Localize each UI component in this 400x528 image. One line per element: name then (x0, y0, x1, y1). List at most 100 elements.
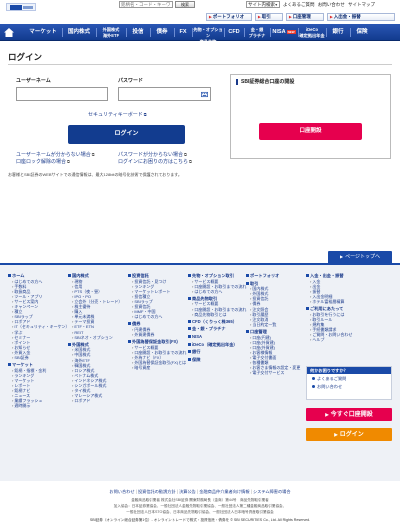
footer-link[interactable]: 決算公告 (179, 489, 196, 494)
nav-insurance[interactable]: 保険 (351, 24, 373, 41)
sitemap-link[interactable]: サイトマップ (348, 2, 375, 7)
external-link-icon: ⧉ (67, 159, 70, 164)
search-button[interactable]: 検索 (175, 1, 195, 8)
open-account-panel: SBI証券総合口座の開設 口座開設 (230, 74, 391, 159)
nav-bank[interactable]: 銀行 (327, 24, 349, 41)
forgot-username-link[interactable]: ユーザーネームが分からない場合⧉ (16, 151, 95, 158)
nav-domestic-stock[interactable]: 国内株式 (63, 24, 95, 41)
unlock-account-link[interactable]: 口座ロック解除の場合⧉ (16, 158, 70, 165)
sitemap-link[interactable]: はじめての方へ (128, 314, 188, 319)
nav-market[interactable]: マーケット (26, 24, 60, 41)
sitemap-link[interactable]: 外貨建債券 (128, 332, 188, 337)
sitemap-column: 先物・オプション取引サービス概要口座開設・お取引までの流れはじめての方へ商品先物… (188, 273, 248, 364)
forgot-password-link[interactable]: パスワードが分からない場合⧉ (118, 151, 187, 158)
sitemap-heading[interactable]: NISA (188, 334, 248, 340)
password-field[interactable] (118, 87, 211, 101)
legal-line-1: 金融商品取引業者 株式会社SBI証券 関東財務局長（金商）第44号 商品先物取引… (131, 498, 269, 502)
side-login-button[interactable]: ▶ ログイン (306, 428, 392, 441)
nav-foreign-stock[interactable]: 外国株式 海外ETF (97, 24, 125, 41)
nav-nisa[interactable]: NISA NEW (271, 24, 297, 41)
legal-line-2: 加入協会：日本証券業協会、一般社団法人金融先物取引業協会、一般社団法人第二種金融… (113, 504, 287, 508)
sitemap-link[interactable]: SBIネオ・オプション (68, 335, 128, 340)
sitemap-link[interactable]: 暗号資産 (128, 365, 188, 370)
faq-side-label: よくあるご質問 (317, 376, 347, 381)
sitemap-group: 商品先物取引サービス概要口座開設・お取引までの流れ商品先物取引とは (188, 296, 248, 317)
side-open-account-button[interactable]: ▶ 今すぐ口座開設 (306, 408, 392, 421)
sitemap-link[interactable]: 電子交付サービス (246, 370, 304, 375)
nav-futures[interactable]: 先物・オプション 商品先物 (193, 24, 223, 44)
square-bullet-icon (246, 274, 249, 277)
footer-link[interactable]: 金融商品仲介業者向け情報 (199, 489, 249, 494)
search-input[interactable] (119, 1, 173, 8)
sitemap-group: 取引国内株式外国株式投資信託債券注文照会取引履歴注文取消当日約定一覧 (246, 281, 304, 327)
sitemap-heading[interactable]: CFD（くりっく株365） (188, 319, 248, 325)
external-link-icon: ⧉ (91, 152, 95, 157)
open-account-button[interactable]: 口座開設 (259, 123, 362, 140)
sitemap-link[interactable]: ロボアド (68, 398, 128, 403)
sitemap-link[interactable]: 口座開設・お取引までの流れ (188, 307, 248, 312)
sitemap-column: ホームはじめての方へ手数料取扱商品ツール・アプリサービス案内キャンペーン積立SB… (8, 273, 68, 410)
sitemap-heading[interactable]: 金・銀・プラチナ (188, 326, 248, 332)
square-bullet-icon (68, 342, 71, 346)
square-bullet-icon (188, 296, 191, 300)
trade-button[interactable]: ▶取引 (255, 13, 283, 21)
sitemap-link[interactable]: ホテル富裕層精算 (306, 299, 394, 304)
sitemap-group: 外国為替保証金取引(FX)サービス概要口座開設・お取引までの流れ外為ナビ（FX）… (128, 339, 188, 370)
deposit-button[interactable]: ▶入出金・振替 (327, 13, 395, 21)
nav-cfd[interactable]: CFD (225, 24, 243, 41)
square-bullet-icon (8, 363, 11, 367)
nav-investment-trust[interactable]: 投信 (127, 24, 149, 41)
nav-bonds[interactable]: 債券 (151, 24, 173, 41)
sbi-logo[interactable] (6, 3, 36, 11)
sitemap-link[interactable]: SBI証券 (8, 355, 68, 360)
sitemap-link[interactable]: 当日約定一覧 (246, 322, 304, 327)
site-search-select[interactable]: サイト内検索 ▼ (246, 1, 280, 8)
contact-side-link[interactable]: お問い合わせ (307, 384, 391, 390)
home-icon[interactable] (4, 28, 14, 37)
sitemap-link[interactable]: 適時開示 (8, 403, 68, 408)
sitemap-heading[interactable]: iDeCo（確定拠出年金） (188, 342, 248, 348)
arrow-right-icon: ▶ (209, 15, 212, 19)
sitemap-link[interactable]: IT（セキュリティ・キーケン） (8, 324, 68, 329)
sitemap-group: 口座管理口座(円建)口座(外貨建)口座(外貨建)お客様情報電子交付書面各種書類お… (246, 329, 304, 375)
account-button[interactable]: ▶口座管理 (286, 13, 324, 21)
square-bullet-icon (8, 274, 11, 277)
contact-link[interactable]: お問い合わせ (318, 2, 345, 7)
footer-link[interactable]: システム障害の場合 (253, 489, 291, 494)
nav-fx[interactable]: FX (175, 24, 191, 41)
sitemap-heading[interactable]: 銀行 (188, 349, 248, 355)
faq-link[interactable]: よくあるご質問 (283, 2, 315, 7)
sitemap-group: 保険 (188, 357, 248, 363)
sitemap-column: 投資信託投資信託・見つけランキングマーケットレポート投信積立SBIラップ投資信託… (128, 273, 188, 372)
chevron-down-icon: ▼ (274, 3, 278, 7)
arrow-right-icon: ▶ (258, 15, 261, 19)
square-bullet-icon (246, 329, 249, 333)
security-keyboard-link[interactable]: セキュリティキーボード⧉ (88, 111, 147, 118)
faq-side-link[interactable]: よくあるご質問 (307, 376, 391, 382)
square-bullet-icon (306, 274, 309, 277)
sitemap-heading[interactable]: ポートフォリオ (246, 273, 304, 279)
username-field[interactable] (16, 87, 108, 101)
username-label: ユーザーネーム (16, 78, 51, 84)
footer-link[interactable]: お問い合わせ (109, 489, 134, 494)
nav-ideco[interactable]: iDeCo 確定拠出年金 (299, 24, 325, 41)
sitemap-link[interactable]: 商品先物取引とは (188, 312, 248, 317)
nav-gold[interactable]: 金・銀 プラチナ (245, 24, 269, 41)
sitemap-link[interactable]: はじめての方へ (188, 289, 248, 294)
sitemap-heading-label: NISA (192, 333, 203, 339)
square-bullet-icon (246, 281, 249, 285)
portfolio-button[interactable]: ▶ポートフォリオ (206, 13, 252, 21)
square-bullet-icon (188, 357, 191, 361)
sitemap-heading[interactable]: 保険 (188, 357, 248, 363)
page-top-button[interactable]: ▶ ページトップへ (328, 251, 392, 263)
help-panel: 何かお困りですか？ よくあるご質問 お問い合わせ ▶ 今すぐ口座開設 ▶ ログイン (306, 366, 392, 441)
title-divider (8, 64, 392, 65)
footer-link[interactable]: 投資信託の勧誘方針 (138, 489, 176, 494)
portfolio-label: ポートフォリオ (212, 14, 245, 19)
login-help-link[interactable]: ログインにお困りの方はこちら⧉ (118, 158, 192, 165)
sitemap-link[interactable]: ヘルプ (306, 337, 394, 342)
login-button[interactable]: ログイン (68, 125, 185, 144)
keyboard-icon[interactable] (201, 91, 208, 98)
sitemap-heading-label: 銀行 (192, 349, 201, 355)
help-box-title: 何かお困りですか？ (307, 367, 391, 374)
